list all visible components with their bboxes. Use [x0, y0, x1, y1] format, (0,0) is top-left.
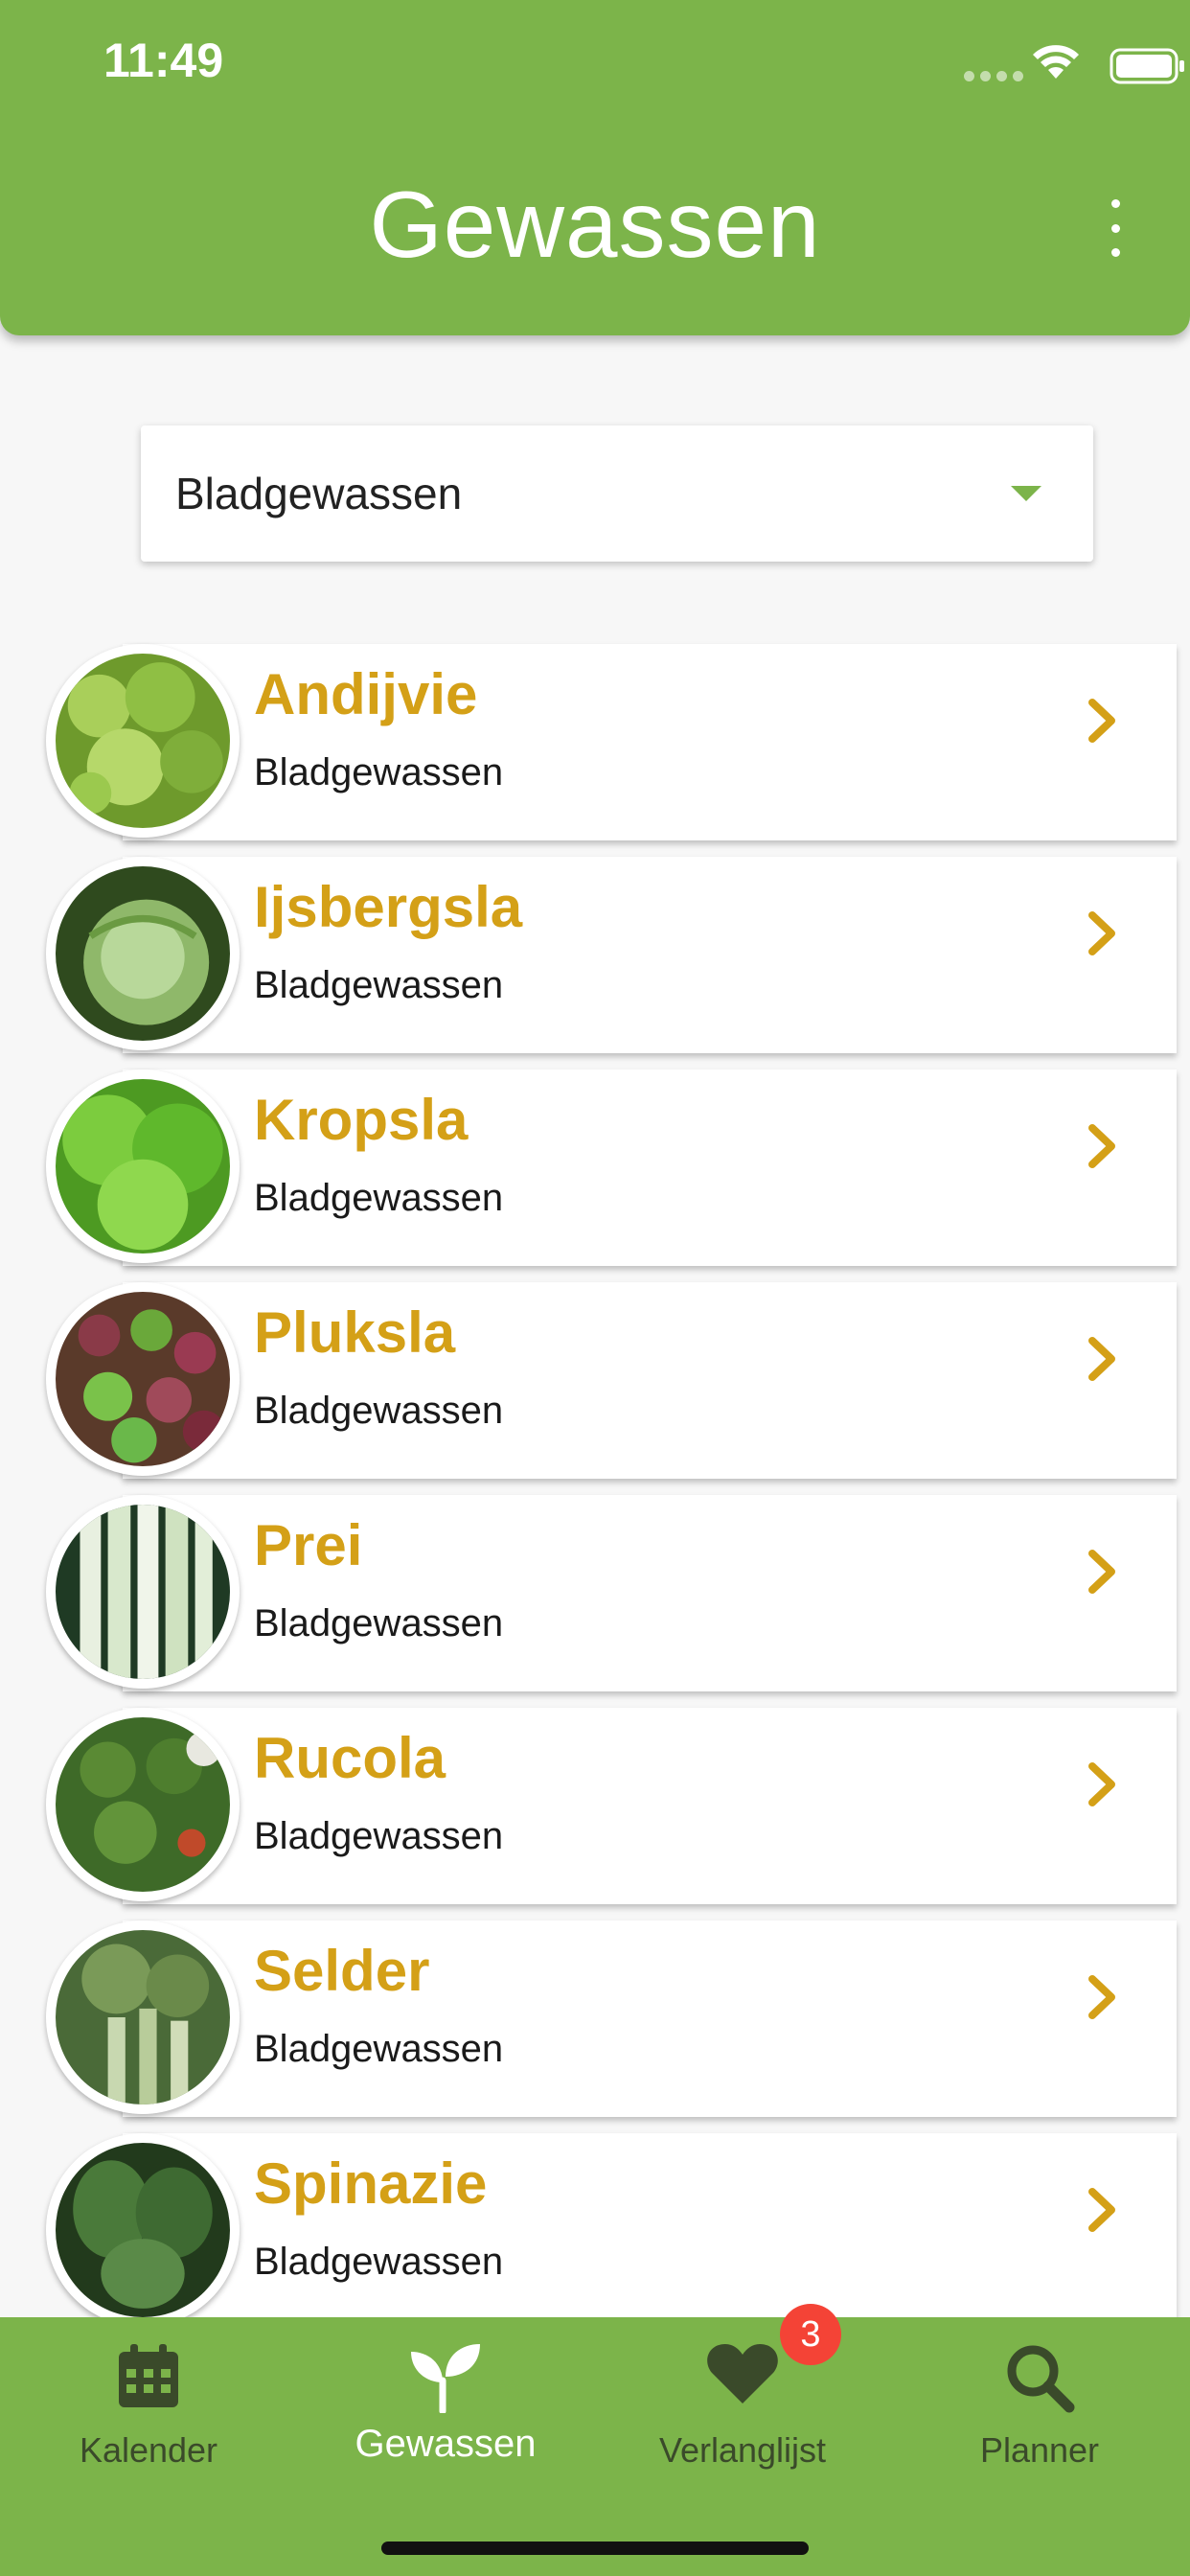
nav-item-kalender[interactable]: Kalender	[0, 2317, 297, 2509]
chevron-right-icon	[1088, 2188, 1115, 2232]
category-dropdown[interactable]: Bladgewassen	[141, 426, 1093, 562]
crop-category: Bladgewassen	[254, 1177, 504, 1219]
crop-category: Bladgewassen	[254, 751, 504, 794]
more-options-button[interactable]	[1096, 199, 1134, 257]
crop-list-item-selder[interactable]: Selder Bladgewassen	[46, 1920, 1177, 2117]
crop-category: Bladgewassen	[254, 1815, 504, 1857]
nav-label: Gewassen	[355, 2423, 537, 2465]
crop-list-item-ijsbergsla[interactable]: Ijsbergsla Bladgewassen	[46, 857, 1177, 1053]
more-vertical-icon	[1110, 199, 1120, 208]
rucola-photo	[46, 1708, 240, 1901]
crop-category: Bladgewassen	[254, 2028, 504, 2070]
kropsla-photo	[46, 1070, 240, 1263]
page-title: Gewassen	[369, 172, 821, 277]
crop-name: Spinazie	[254, 2151, 488, 2216]
selder-photo	[46, 1920, 240, 2114]
chevron-right-icon	[1088, 1337, 1115, 1381]
nav-label: Kalender	[79, 2430, 218, 2470]
bottom-navigation: Kalender Gewassen Verlanglijst 3 Planner	[0, 2304, 1190, 2576]
pluksla-photo	[46, 1282, 240, 1476]
nav-item-verlanglijst[interactable]: Verlanglijst	[594, 2317, 891, 2509]
crop-name: Prei	[254, 1513, 363, 1577]
crop-name: Kropsla	[254, 1088, 469, 1152]
spinazie-photo	[46, 2133, 240, 2327]
ijsbergsla-photo	[46, 857, 240, 1050]
nav-label: Planner	[979, 2430, 1100, 2470]
signal-icon	[964, 69, 1029, 86]
category-selected-value: Bladgewassen	[175, 469, 463, 518]
wifi-icon	[1033, 45, 1079, 79]
chevron-right-icon	[1088, 911, 1115, 955]
chevron-right-icon	[1088, 1975, 1115, 2019]
crop-category: Bladgewassen	[254, 2241, 504, 2283]
crop-list-item-kropsla[interactable]: Kropsla Bladgewassen	[46, 1070, 1177, 1266]
chevron-right-icon	[1088, 1550, 1115, 1594]
crop-list-item-rucola[interactable]: Rucola Bladgewassen	[46, 1708, 1177, 1904]
search-icon	[891, 2342, 1188, 2428]
crop-category: Bladgewassen	[254, 1390, 504, 1432]
chevron-right-icon	[1088, 1762, 1115, 1806]
crop-name: Rucola	[254, 1726, 446, 1790]
crop-category: Bladgewassen	[254, 964, 504, 1006]
crop-list-item-andijvie[interactable]: Andijvie Bladgewassen	[46, 644, 1177, 840]
chevron-right-icon	[1088, 699, 1115, 743]
wishlist-count-badge: 3	[780, 2304, 841, 2365]
crop-name: Ijsbergsla	[254, 875, 523, 939]
heart-icon	[594, 2342, 891, 2428]
crop-name: Selder	[254, 1939, 430, 2003]
crop-list-item-prei[interactable]: Prei Bladgewassen	[46, 1495, 1177, 1691]
crop-name: Pluksla	[254, 1300, 456, 1365]
battery-icon	[1110, 48, 1184, 84]
prei-photo	[46, 1495, 240, 1689]
nav-item-gewassen[interactable]: Gewassen	[297, 2317, 594, 2509]
chevron-right-icon	[1088, 1124, 1115, 1168]
home-indicator[interactable]	[381, 2542, 809, 2555]
crop-list-item-pluksla[interactable]: Pluksla Bladgewassen	[46, 1282, 1177, 1479]
nav-item-planner[interactable]: Planner	[891, 2317, 1188, 2509]
andijvie-photo	[46, 644, 240, 838]
calendar-icon	[0, 2342, 297, 2428]
crop-name: Andijvie	[254, 662, 478, 726]
crop-category: Bladgewassen	[254, 1602, 504, 1644]
app-header: 11:49 Gewassen	[0, 0, 1190, 335]
crop-list-item-spinazie[interactable]: Spinazie Bladgewassen	[46, 2133, 1177, 2330]
dropdown-caret-icon	[1011, 486, 1041, 501]
nav-label: Verlanglijst	[658, 2430, 827, 2470]
sprout-icon	[297, 2342, 594, 2428]
status-time: 11:49	[103, 34, 224, 87]
